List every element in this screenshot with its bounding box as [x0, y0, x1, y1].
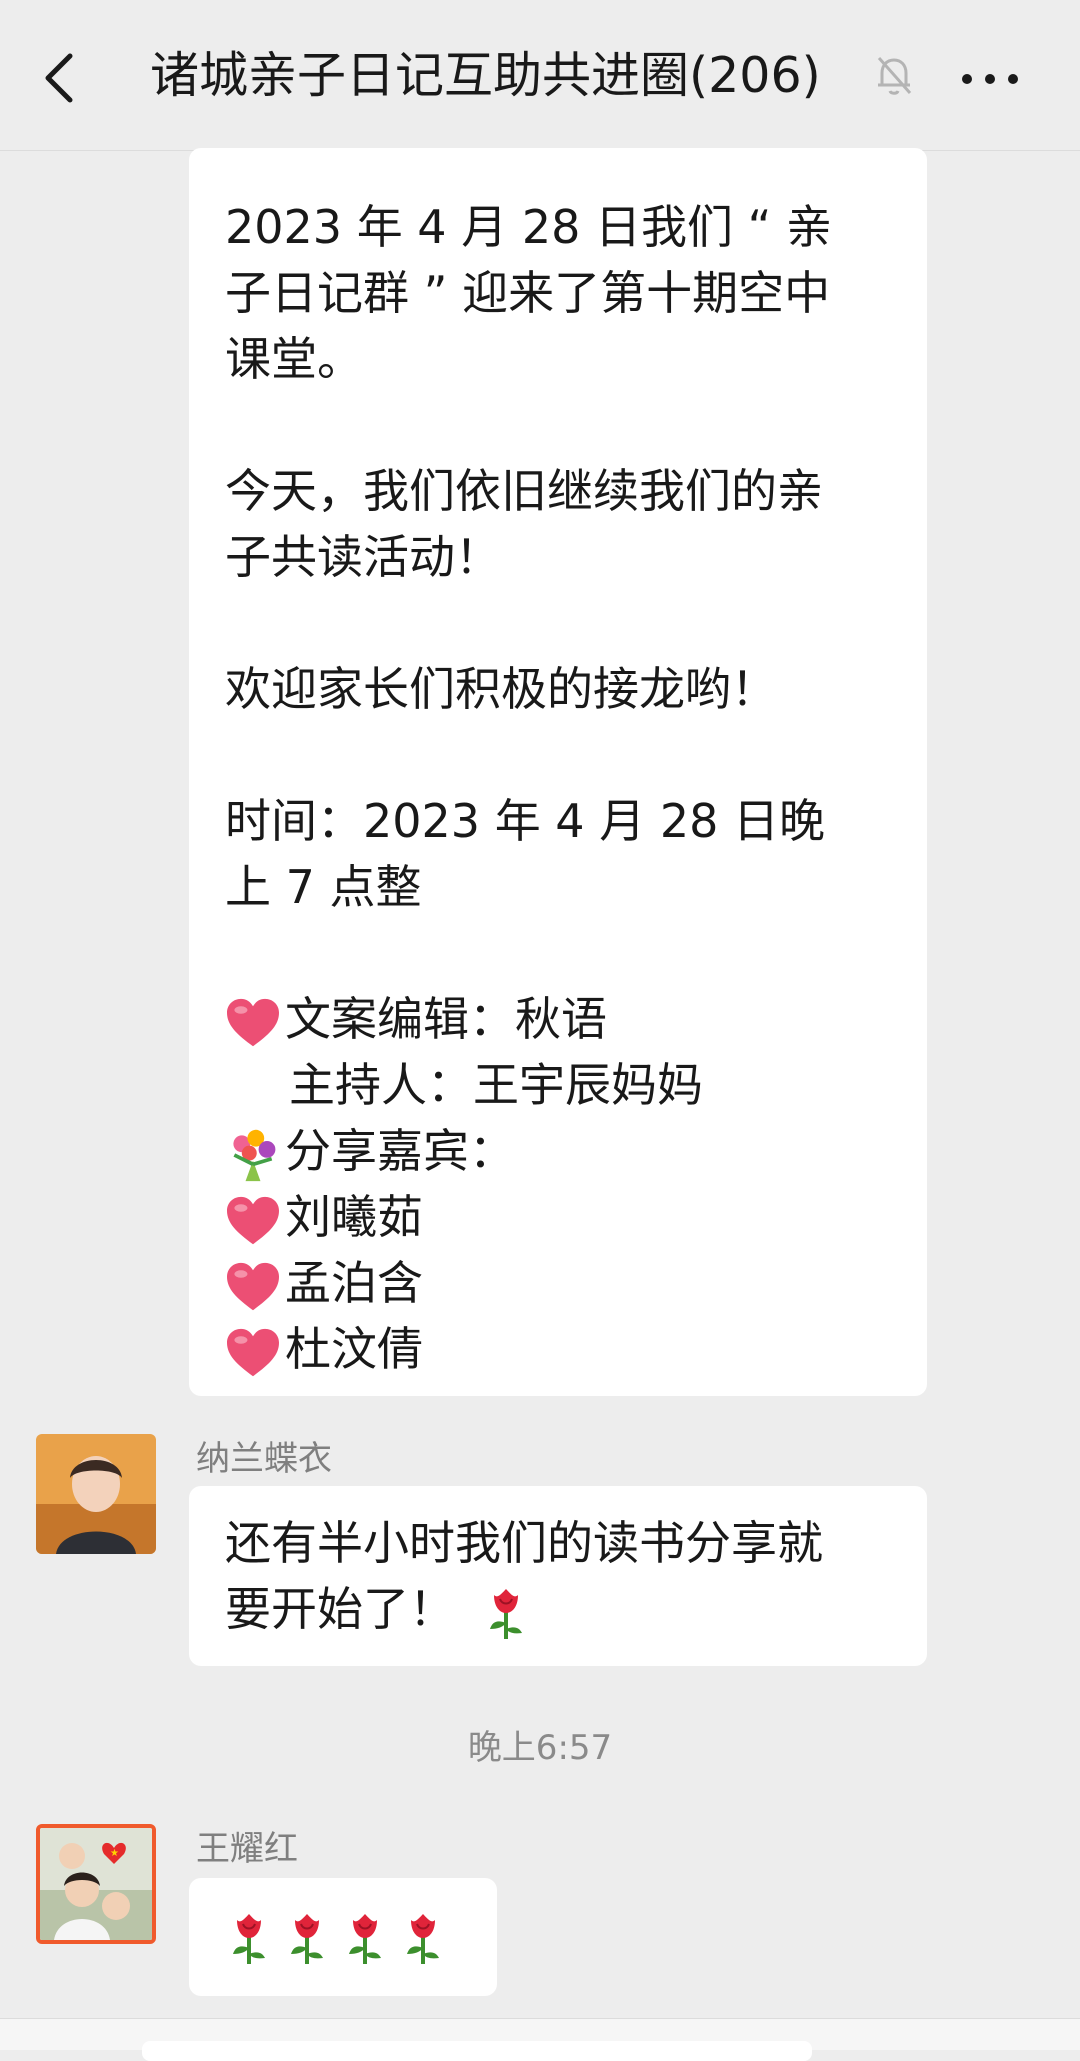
more-dots-icon — [962, 74, 1018, 84]
input-bar — [0, 2018, 1080, 2061]
message-line: 上 7 点整 — [225, 860, 422, 914]
message-line: 欢迎家长们积极的接龙哟！ — [225, 662, 777, 716]
heart-icon — [225, 1327, 281, 1379]
bouquet-icon — [225, 1127, 281, 1183]
message-line: 今天，我们依旧继续我们的亲 — [225, 464, 823, 518]
heart-icon — [225, 1261, 281, 1313]
bell-off-icon — [870, 51, 918, 99]
message-bubble[interactable] — [189, 1878, 497, 1996]
message-line: 分享嘉宾： — [225, 1118, 515, 1184]
timestamp-label: 晚上6:57 — [467, 1728, 613, 1768]
guests-label: 分享嘉宾： — [285, 1124, 515, 1178]
message-bubble[interactable]: 2023 年 4 月 28 日我们 “ 亲 子日记群 ” 迎来了第十期空中 课堂… — [189, 148, 927, 1396]
chat-title: 诸城亲子日记互助共进圈(206) — [150, 47, 821, 104]
guest-name: 孟泊含 — [285, 1256, 423, 1310]
message-line: 时间：2023 年 4 月 28 日晚 — [225, 794, 825, 848]
guest-name: 杜汶倩 — [285, 1322, 423, 1376]
message-line: 杜汶倩 — [225, 1316, 423, 1382]
message-line: 2023 年 4 月 28 日我们 “ 亲 — [225, 200, 833, 254]
guest-name: 刘曦茹 — [285, 1190, 423, 1244]
sender-name: 纳兰蝶衣 — [196, 1439, 332, 1479]
message-input[interactable] — [142, 2041, 812, 2061]
message-line: 子日记群 ” 迎来了第十期空中 — [225, 266, 831, 320]
chevron-left-icon — [45, 53, 73, 103]
message-line: 刘曦茹 — [225, 1184, 423, 1250]
heart-icon — [225, 997, 281, 1049]
message-line: 要开始了！ — [225, 1576, 530, 1642]
back-button[interactable] — [30, 40, 90, 110]
rose-icon — [403, 1910, 443, 1966]
message-line: 课堂。 — [225, 332, 363, 386]
rose-icon — [345, 1910, 385, 1966]
message-text: 要开始了！ — [225, 1582, 455, 1636]
message-line: 主持人：王宇辰妈妈 — [289, 1058, 703, 1112]
rose-icon — [287, 1910, 327, 1966]
more-button[interactable] — [955, 52, 1025, 102]
avatar[interactable] — [36, 1434, 156, 1554]
chat-header: 诸城亲子日记互助共进圈(206) — [0, 0, 1080, 151]
rose-icon — [229, 1910, 269, 1966]
avatar[interactable]: ★ — [36, 1824, 156, 1944]
rose-icon — [486, 1585, 526, 1641]
heart-icon — [225, 1195, 281, 1247]
message-line: 还有半小时我们的读书分享就 — [225, 1516, 823, 1570]
editor-text: 文案编辑：秋语 — [285, 992, 607, 1046]
sender-name: 王耀红 — [196, 1829, 298, 1869]
message-line: 文案编辑：秋语 — [225, 986, 607, 1052]
svg-text:★: ★ — [110, 1848, 119, 1859]
message-line: 孟泊含 — [225, 1250, 423, 1316]
message-bubble[interactable]: 还有半小时我们的读书分享就 要开始了！ — [189, 1486, 927, 1666]
message-line: 子共读活动！ — [225, 530, 501, 584]
